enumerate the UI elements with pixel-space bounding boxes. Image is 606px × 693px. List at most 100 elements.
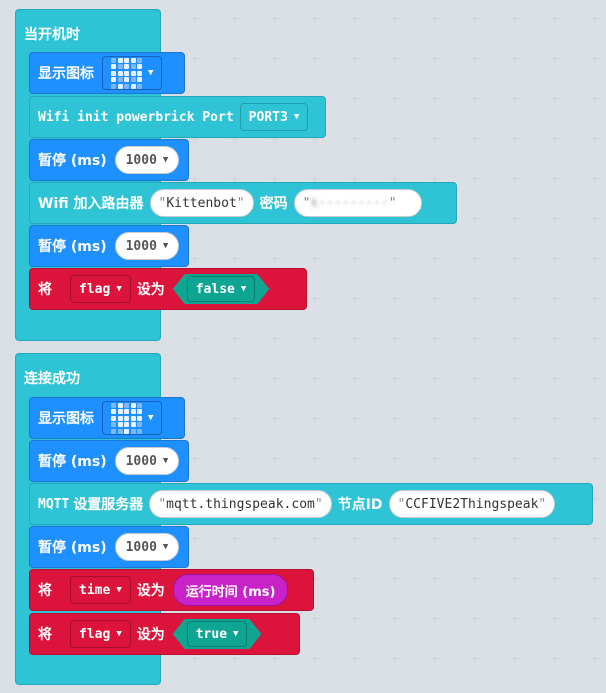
- pause-label: 暂停 (ms): [38, 454, 107, 470]
- grid-plus-mark: +: [189, 531, 201, 547]
- boolean-block[interactable]: false ▼: [173, 274, 270, 304]
- pause-block[interactable]: 暂停 (ms) 1000 ▼: [29, 440, 189, 482]
- running-time-block[interactable]: 运行时间 (ms): [172, 574, 289, 606]
- grid-plus-mark: +: [469, 91, 481, 107]
- grid-plus-mark: +: [389, 611, 401, 627]
- led-pixel: [117, 77, 123, 82]
- port-dropdown[interactable]: PORT3 ▼: [239, 103, 309, 131]
- wifi-join-block[interactable]: Wifi 加入路由器 " Kittenbot " 密码 " k········· ": [29, 182, 457, 224]
- grid-plus-mark: +: [589, 91, 601, 107]
- led-grid-icon: [111, 57, 142, 89]
- port-value: PORT3: [248, 109, 288, 125]
- chevron-down-icon: ▼: [240, 284, 247, 294]
- led-pixel: [117, 70, 123, 76]
- boolean-dropdown[interactable]: true ▼: [187, 621, 248, 647]
- pause-block[interactable]: 暂停 (ms) 1000 ▼: [29, 139, 189, 181]
- grid-plus-mark: +: [429, 91, 441, 107]
- grid-plus-mark: +: [589, 371, 601, 387]
- grid-plus-mark: +: [509, 651, 521, 667]
- grid-plus-mark: +: [349, 651, 361, 667]
- variable-name: flag: [79, 626, 111, 642]
- variable-dropdown[interactable]: flag ▼: [70, 620, 131, 648]
- show-icon-block[interactable]: 显示图标 ▼: [29, 52, 185, 94]
- led-pixel: [137, 428, 142, 434]
- grid-plus-mark: +: [469, 11, 481, 27]
- set-time-block[interactable]: 将 time ▼ 设为 运行时间 (ms): [29, 569, 314, 611]
- grid-plus-mark: +: [189, 411, 201, 427]
- grid-plus-mark: +: [309, 371, 321, 387]
- icon-dropdown[interactable]: ▼: [102, 401, 163, 435]
- ssid-field[interactable]: " Kittenbot ": [149, 189, 254, 217]
- grid-plus-mark: +: [589, 411, 601, 427]
- grid-plus-mark: +: [509, 331, 521, 347]
- led-pixel: [111, 422, 116, 427]
- grid-plus-mark: +: [509, 611, 521, 627]
- node-id-field[interactable]: " CCFIVE2Thingspeak ": [388, 490, 556, 518]
- led-pixel: [124, 422, 129, 427]
- boolean-block[interactable]: true ▼: [173, 619, 262, 649]
- wifi-init-block[interactable]: Wifi init powerbrick Port PORT3 ▼: [29, 96, 326, 138]
- grid-plus-mark: +: [549, 51, 561, 67]
- grid-plus-mark: +: [589, 11, 601, 27]
- led-pixel: [137, 83, 142, 89]
- chevron-down-icon: ▼: [233, 629, 239, 639]
- grid-plus-mark: +: [509, 171, 521, 187]
- chevron-down-icon: ▼: [162, 456, 169, 466]
- password-field[interactable]: " k········· ": [293, 189, 422, 217]
- grid-plus-mark: +: [549, 91, 561, 107]
- grid-plus-mark: +: [429, 11, 441, 27]
- led-pixel: [130, 57, 136, 63]
- set-to-label: 设为: [136, 282, 165, 298]
- grid-plus-mark: +: [509, 411, 521, 427]
- grid-plus-mark: +: [589, 571, 601, 587]
- grid-plus-mark: +: [229, 411, 241, 427]
- chevron-down-icon: ▼: [293, 112, 300, 122]
- led-pixel: [124, 64, 129, 69]
- grid-plus-mark: +: [429, 651, 441, 667]
- chevron-down-icon: ▼: [116, 629, 122, 639]
- led-pixel: [117, 409, 123, 414]
- variable-dropdown[interactable]: time ▼: [70, 576, 131, 604]
- grid-plus-mark: +: [349, 11, 361, 27]
- pause-value-field[interactable]: 1000 ▼: [114, 146, 180, 174]
- grid-plus-mark: +: [389, 571, 401, 587]
- led-pixel: [130, 77, 136, 82]
- grid-plus-mark: +: [269, 451, 281, 467]
- boolean-value: true: [195, 626, 228, 642]
- grid-plus-mark: +: [589, 171, 601, 187]
- grid-plus-mark: +: [509, 371, 521, 387]
- grid-plus-mark: +: [549, 211, 561, 227]
- grid-plus-mark: +: [389, 451, 401, 467]
- grid-plus-mark: +: [509, 211, 521, 227]
- grid-plus-mark: +: [509, 91, 521, 107]
- set-variable-block[interactable]: 将 flag ▼ 设为 false ▼: [29, 268, 307, 310]
- grid-plus-mark: +: [429, 571, 441, 587]
- pause-value-field[interactable]: 1000 ▼: [114, 232, 180, 260]
- set-flag-block[interactable]: 将 flag ▼ 设为 true ▼: [29, 613, 300, 655]
- boolean-dropdown[interactable]: false ▼: [187, 276, 256, 302]
- show-icon-block[interactable]: 显示图标 ▼: [29, 397, 185, 439]
- grid-plus-mark: +: [349, 291, 361, 307]
- variable-dropdown[interactable]: flag ▼: [70, 275, 131, 303]
- chevron-down-icon: ▼: [116, 284, 122, 294]
- grid-plus-mark: +: [549, 171, 561, 187]
- pause-block-2[interactable]: 暂停 (ms) 1000 ▼: [29, 526, 189, 568]
- pause-value-field[interactable]: 1000 ▼: [114, 533, 180, 561]
- chevron-down-icon: ▼: [162, 155, 169, 165]
- grid-plus-mark: +: [429, 291, 441, 307]
- grid-plus-mark: +: [589, 131, 601, 147]
- mqtt-server-block[interactable]: MQTT 设置服务器 " mqtt.thingspeak.com " 节点ID " C…: [29, 483, 593, 525]
- grid-plus-mark: +: [549, 331, 561, 347]
- chevron-down-icon: ▼: [148, 68, 154, 78]
- pause-value-field[interactable]: 1000 ▼: [114, 447, 180, 475]
- icon-dropdown[interactable]: ▼: [102, 56, 163, 90]
- server-value: mqtt.thingspeak.com: [166, 496, 315, 512]
- grid-plus-mark: +: [509, 11, 521, 27]
- pause-block-2[interactable]: 暂停 (ms) 1000 ▼: [29, 225, 189, 267]
- server-field[interactable]: " mqtt.thingspeak.com ": [149, 490, 332, 518]
- led-pixel: [124, 415, 129, 421]
- grid-plus-mark: +: [469, 211, 481, 227]
- grid-plus-mark: +: [389, 651, 401, 667]
- grid-plus-mark: +: [349, 531, 361, 547]
- grid-plus-mark: +: [349, 451, 361, 467]
